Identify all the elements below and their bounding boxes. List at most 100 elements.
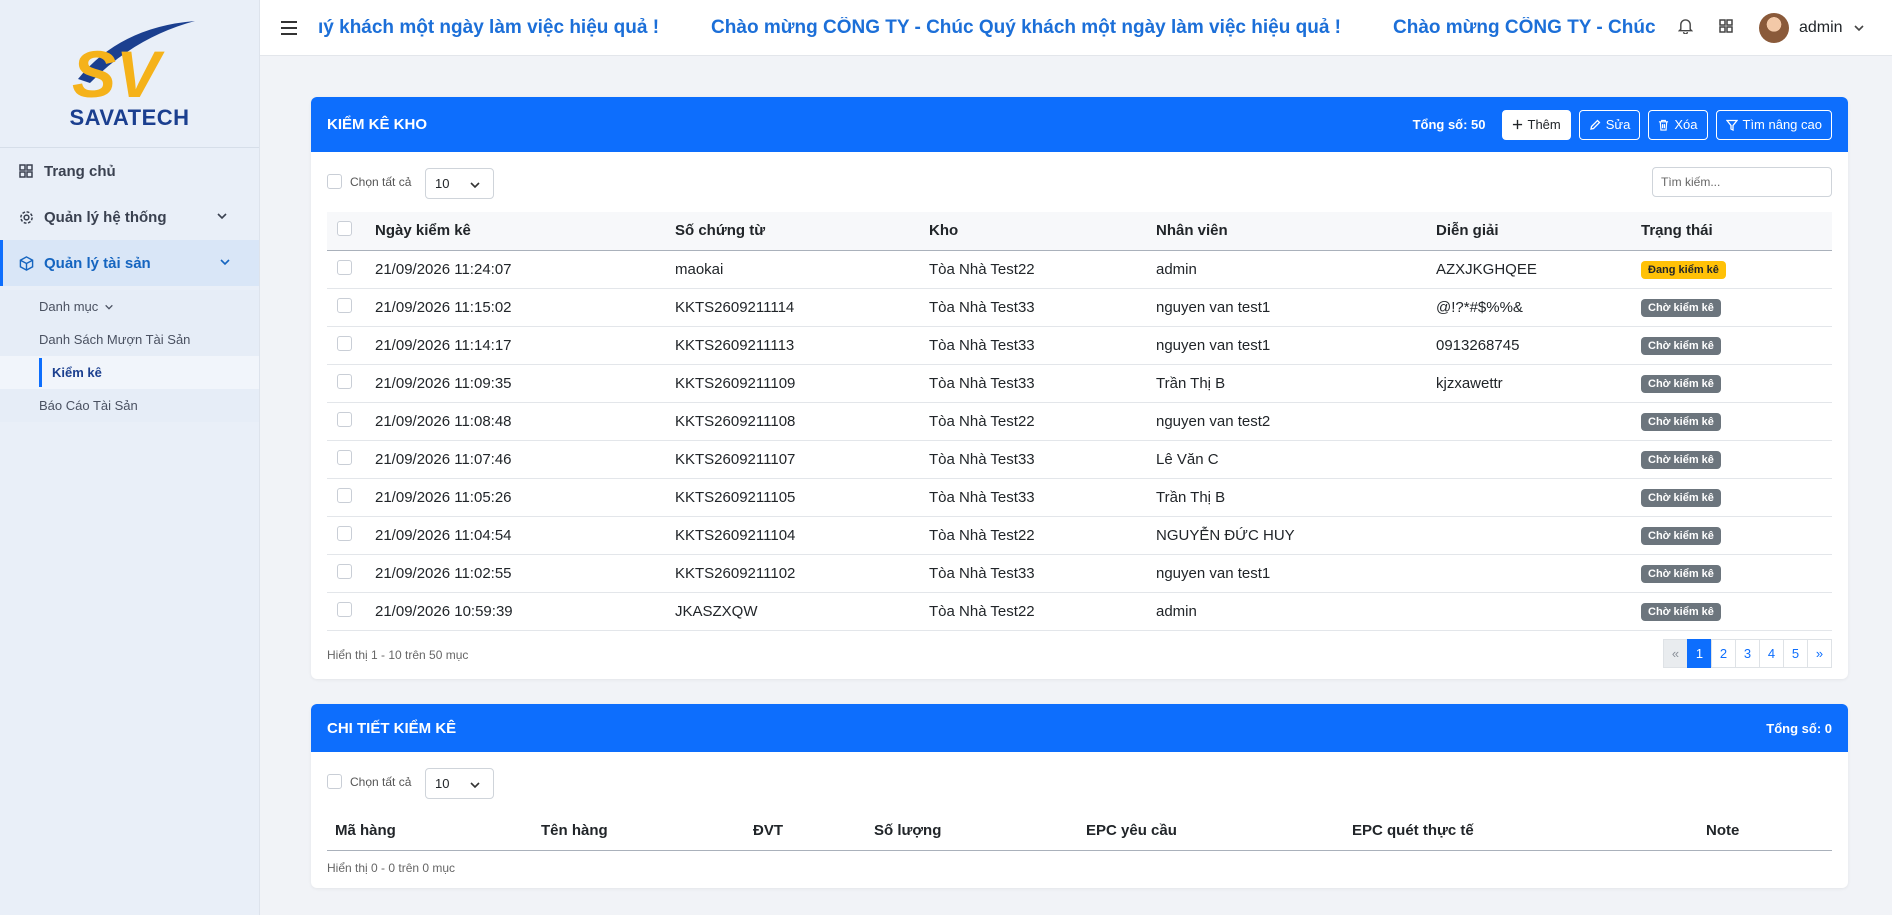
checkbox[interactable] <box>337 563 352 579</box>
table-row[interactable]: 21/09/2026 10:59:39 JKASZXQW Tòa Nhà Test2… <box>327 592 1832 631</box>
cell-staff: admin <box>1148 592 1428 631</box>
button-label: Tìm nâng cao <box>1742 117 1823 132</box>
column-header[interactable]: Số lượng <box>866 812 1078 851</box>
status-badge: Chờ kiểm kê <box>1641 564 1721 583</box>
table-header-row: Ngày kiểm kê Số chứng từ Kho Nhân viên D… <box>327 212 1832 251</box>
sidebar-item-label: Danh Sách Mượn Tài Sản <box>39 332 191 347</box>
status-badge: Chờ kiểm kê <box>1641 374 1721 393</box>
checkbox[interactable] <box>337 297 352 313</box>
row-checkbox-cell <box>327 554 367 593</box>
checkbox[interactable] <box>337 259 352 275</box>
table-row[interactable]: 21/09/2026 11:07:46 KKTS2609211107 Tòa Nhà… <box>327 440 1832 479</box>
search-input[interactable] <box>1652 167 1832 197</box>
column-header[interactable]: Nhân viên <box>1148 212 1428 251</box>
status-badge: Đang kiểm kê <box>1641 260 1726 279</box>
cell-document-number: maokai <box>667 250 921 289</box>
button-label: Xóa <box>1674 117 1698 132</box>
page-button[interactable]: 2 <box>1711 638 1736 668</box>
total-count: Tổng số: 0 <box>1766 720 1832 736</box>
table-row[interactable]: 21/09/2026 11:24:07 maokai Tòa Nhà Test22 a… <box>327 250 1832 289</box>
table-row[interactable]: 21/09/2026 11:09:35 KKTS2609211109 Tòa Nhà… <box>327 364 1832 403</box>
menu-toggle-button[interactable] <box>260 20 318 36</box>
page-button[interactable]: 4 <box>1759 638 1784 668</box>
cell-status: Chờ kiểm kê <box>1633 478 1832 517</box>
row-checkbox-cell <box>327 516 367 555</box>
page-next-button[interactable]: » <box>1807 638 1832 668</box>
detail-card-header: CHI TIẾT KIỂM KÊ Tổng số: 0 <box>311 704 1848 752</box>
column-header[interactable]: ĐVT <box>745 812 866 851</box>
cell-date: 21/09/2026 11:14:17 <box>367 326 667 365</box>
column-header[interactable]: Tên hàng <box>533 812 745 851</box>
table-row[interactable]: 21/09/2026 11:15:02 KKTS2609211114 Tòa Nhà… <box>327 288 1832 327</box>
column-header[interactable]: Trạng thái <box>1633 212 1832 251</box>
page-size-select[interactable]: 10 <box>425 168 494 199</box>
sidebar-subitem-categories[interactable]: Danh mục <box>0 290 259 323</box>
table-row[interactable]: 21/09/2026 11:02:55 KKTS2609211102 Tòa Nhà… <box>327 554 1832 593</box>
cell-warehouse: Tòa Nhà Test22 <box>921 402 1148 441</box>
cell-staff: Trần Thị B <box>1148 478 1428 517</box>
total-count: Tổng số: 50 <box>1412 117 1486 132</box>
table-row[interactable]: 21/09/2026 11:08:48 KKTS2609211108 Tòa Nhà… <box>327 402 1832 441</box>
plus-icon <box>1512 119 1522 130</box>
chevron-down-icon <box>470 182 480 189</box>
page-prev-button[interactable]: « <box>1663 638 1688 668</box>
checkbox[interactable] <box>337 487 352 503</box>
sidebar-item-system[interactable]: Quản lý hệ thống <box>0 194 259 240</box>
delete-button[interactable]: Xóa <box>1648 109 1708 140</box>
select-all-checkbox[interactable]: Chọn tất cả <box>327 774 411 789</box>
status-badge: Chờ kiểm kê <box>1641 526 1721 545</box>
table-row[interactable]: 21/09/2026 11:05:26 KKTS2609211105 Tòa Nhà… <box>327 478 1832 517</box>
page-button[interactable]: 5 <box>1783 638 1808 668</box>
page-button[interactable]: 3 <box>1735 638 1760 668</box>
column-header[interactable]: EPC quét thực tế <box>1344 812 1698 851</box>
page-size-select[interactable]: 10 <box>425 768 494 799</box>
column-header[interactable]: Kho <box>921 212 1148 251</box>
sidebar-subitem-inventory[interactable]: Kiểm kê <box>0 356 259 389</box>
add-button[interactable]: Thêm <box>1501 109 1571 140</box>
row-checkbox-cell <box>327 402 367 441</box>
sidebar-item-assets[interactable]: Quản lý tài sản <box>0 240 259 286</box>
column-header[interactable]: Số chứng từ <box>667 212 921 251</box>
user-menu[interactable]: admin <box>1759 13 1865 43</box>
brand-logo[interactable]: SV SAVATECH <box>0 0 259 148</box>
trash-icon <box>1659 119 1669 131</box>
sidebar-item-label: Báo Cáo Tài Sản <box>39 398 138 413</box>
column-header[interactable]: EPC yêu cầu <box>1078 812 1344 851</box>
column-header[interactable]: Note <box>1698 812 1832 851</box>
column-header[interactable]: Ngày kiểm kê <box>367 212 667 251</box>
checkbox[interactable] <box>327 774 342 789</box>
column-header[interactable]: Mã hàng <box>327 812 533 851</box>
apps-grid-icon[interactable] <box>1719 18 1733 38</box>
checkbox[interactable] <box>327 174 342 189</box>
edit-button[interactable]: Sửa <box>1578 109 1641 140</box>
checkbox[interactable] <box>337 601 352 617</box>
detail-toolbar: Chọn tất cả 10 <box>311 752 1848 812</box>
advanced-search-button[interactable]: Tìm nâng cao <box>1715 109 1832 140</box>
cell-description <box>1428 440 1633 479</box>
page-button[interactable]: 1 <box>1687 638 1712 668</box>
select-all-checkbox[interactable]: Chọn tất cả <box>327 174 411 189</box>
marquee-text: Chào mừng CÔNG TY - Chúc Quý khách một n… <box>711 16 1341 38</box>
cell-date: 21/09/2026 10:59:39 <box>367 592 667 631</box>
inventory-table: Ngày kiểm kê Số chứng từ Kho Nhân viên D… <box>327 212 1832 631</box>
bell-icon[interactable] <box>1677 18 1694 39</box>
cell-warehouse: Tòa Nhà Test33 <box>921 440 1148 479</box>
status-badge: Chờ kiểm kê <box>1641 298 1721 317</box>
sidebar-subitem-borrow-list[interactable]: Danh Sách Mượn Tài Sản <box>0 323 259 356</box>
sidebar-item-label: Quản lý tài sản <box>44 254 151 272</box>
checkbox[interactable] <box>337 335 352 351</box>
sidebar-item-home[interactable]: Trang chủ <box>0 148 259 194</box>
table-row[interactable]: 21/09/2026 11:14:17 KKTS2609211113 Tòa Nhà… <box>327 326 1832 365</box>
chevron-down-icon <box>105 304 114 310</box>
sidebar: SV SAVATECH Trang chủ Quản lý hệ thống Q… <box>0 0 260 915</box>
column-header[interactable]: Diễn giải <box>1428 212 1633 251</box>
status-badge: Chờ kiểm kê <box>1641 488 1721 507</box>
checkbox[interactable] <box>337 411 352 427</box>
sidebar-subitem-asset-report[interactable]: Báo Cáo Tài Sản <box>0 389 259 422</box>
checkbox[interactable] <box>337 373 352 389</box>
checkbox[interactable] <box>337 449 352 465</box>
inventory-footer: Hiển thị 1 - 10 trên 50 mục « 1 2 3 4 5 … <box>311 631 1848 681</box>
checkbox[interactable] <box>337 525 352 541</box>
table-row[interactable]: 21/09/2026 11:04:54 KKTS2609211104 Tòa Nhà… <box>327 516 1832 555</box>
checkbox[interactable] <box>337 221 352 237</box>
